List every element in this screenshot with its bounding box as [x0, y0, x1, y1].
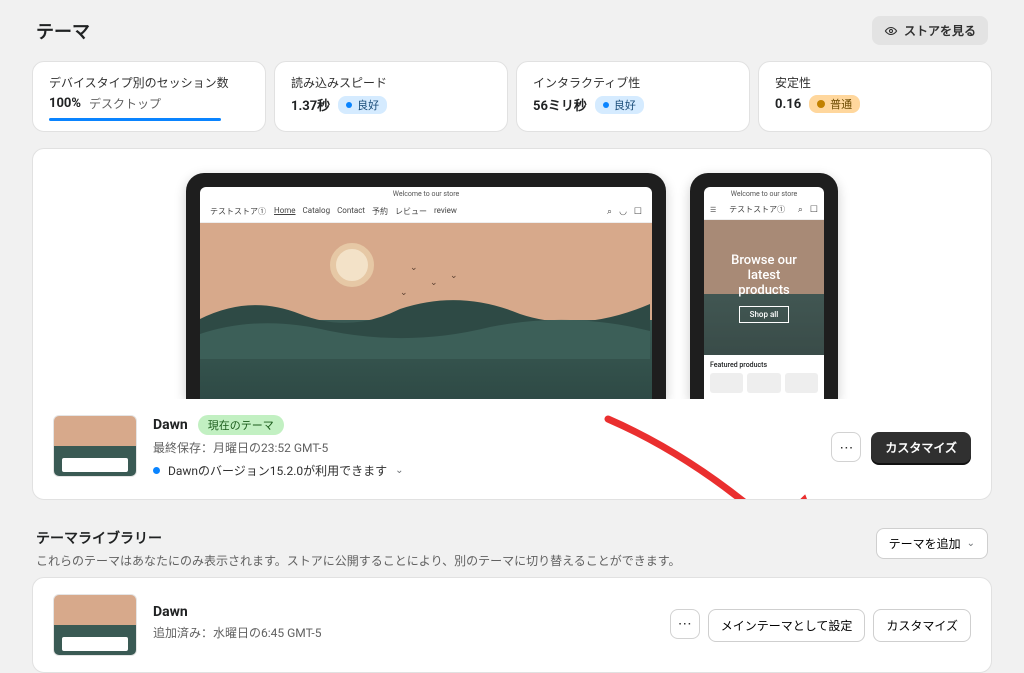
mock-link: 予約 — [372, 206, 388, 217]
metric-label: 安定性 — [775, 74, 975, 91]
user-icon: ◡ — [619, 207, 627, 217]
featured-grid — [710, 373, 818, 393]
mock-brand: テストストア① — [210, 206, 266, 217]
add-theme-label: テーマを追加 — [889, 535, 961, 552]
theme-name: Dawn — [153, 417, 188, 433]
mock-nav: テストストア① Home Catalog Contact 予約 レビュー rev… — [200, 201, 652, 223]
metric-sessions[interactable]: デバイスタイプ別のセッション数 100% デスクトップ — [32, 61, 266, 132]
update-dot-icon — [153, 467, 160, 474]
hero-cta: Shop all — [739, 306, 790, 323]
library-title: テーマライブラリー — [36, 528, 681, 548]
theme-name: Dawn — [153, 604, 654, 620]
library-description: これらのテーマはあなたにのみ表示されます。ストアに公開することにより、別のテーマ… — [36, 552, 681, 569]
mock-link: Home — [274, 206, 296, 217]
library-theme-panel: Dawn 追加済み：水曜日の6:45 GMT-5 ⋯ メインテーマとして設定 カ… — [32, 577, 992, 673]
theme-added: 追加済み：水曜日の6:45 GMT-5 — [153, 624, 654, 641]
theme-more-button[interactable]: ⋯ — [670, 609, 700, 639]
mock-announcement: Welcome to our store — [704, 187, 824, 201]
bag-icon: ☐ — [810, 205, 818, 215]
mock-hero: ⌄ ⌄ ⌄ ⌄ — [200, 223, 652, 399]
mock-link: Catalog — [303, 206, 331, 217]
menu-icon: ☰ — [710, 206, 716, 214]
search-icon: ⌕ — [798, 205, 803, 215]
metric-value: 1.37秒 — [291, 95, 330, 114]
mock-link: Contact — [337, 206, 365, 217]
chevron-down-icon: ⌄ — [395, 465, 403, 476]
update-text: Dawnのバージョン15.2.0が利用できます — [168, 462, 387, 479]
customize-button[interactable]: カスタマイズ — [871, 432, 971, 463]
bag-icon: ☐ — [634, 207, 642, 217]
theme-update-available[interactable]: Dawnのバージョン15.2.0が利用できます ⌄ — [153, 462, 815, 479]
metric-label: デバイスタイプ別のセッション数 — [49, 74, 249, 91]
metrics-row: デバイスタイプ別のセッション数 100% デスクトップ 読み込みスピード 1.3… — [32, 61, 992, 132]
current-theme-badge: 現在のテーマ — [198, 415, 284, 435]
metric-value: 0.16 — [775, 97, 801, 112]
mock-announcement: Welcome to our store — [200, 187, 652, 201]
hero-text-2: products — [714, 283, 814, 298]
metric-label: インタラクティブ性 — [533, 74, 733, 91]
hero-text-1: Browse our latest — [714, 253, 814, 283]
metric-sub: デスクトップ — [89, 95, 161, 112]
view-store-label: ストアを見る — [904, 22, 976, 39]
mock-nav-links: Home Catalog Contact 予約 レビュー review — [274, 206, 457, 217]
featured-title: Featured products — [710, 361, 818, 369]
theme-more-button[interactable]: ⋯ — [831, 432, 861, 462]
desktop-preview: Welcome to our store テストストア① Home Catalo… — [186, 173, 666, 399]
mock-link: review — [434, 206, 457, 217]
customize-button[interactable]: カスタマイズ — [873, 609, 971, 642]
theme-thumbnail — [53, 594, 137, 656]
dots-icon: ⋯ — [839, 439, 853, 456]
view-store-button[interactable]: ストアを見る — [872, 16, 988, 45]
set-main-theme-button[interactable]: メインテーマとして設定 — [708, 609, 866, 642]
status-badge-warn: 普通 — [809, 95, 860, 113]
metric-interactive[interactable]: インタラクティブ性 56ミリ秒 良好 — [516, 61, 750, 132]
search-icon: ⌕ — [607, 207, 612, 217]
page-title: テーマ — [36, 18, 90, 44]
status-badge-good: 良好 — [338, 96, 387, 114]
chevron-down-icon: ⌄ — [967, 538, 975, 549]
mobile-preview: Welcome to our store ☰ テストストア① ⌕ ☐ — [690, 173, 838, 399]
mock-brand: テストストア① — [729, 206, 785, 215]
metric-label: 読み込みスピード — [291, 74, 491, 91]
metric-speed[interactable]: 読み込みスピード 1.37秒 良好 — [274, 61, 508, 132]
add-theme-button[interactable]: テーマを追加 ⌄ — [876, 528, 988, 559]
status-badge-good: 良好 — [595, 96, 644, 114]
metric-stability[interactable]: 安定性 0.16 普通 — [758, 61, 992, 132]
dots-icon: ⋯ — [678, 615, 692, 632]
eye-icon — [884, 24, 898, 38]
metric-underline — [49, 118, 221, 121]
theme-last-saved: 最終保存：月曜日の23:52 GMT-5 — [153, 439, 815, 456]
theme-preview: Welcome to our store テストストア① Home Catalo… — [33, 149, 991, 399]
theme-thumbnail — [53, 415, 137, 477]
metric-value: 100% — [49, 96, 81, 111]
mock-link: レビュー — [395, 206, 427, 217]
metric-value: 56ミリ秒 — [533, 95, 587, 114]
current-theme-panel: Welcome to our store テストストア① Home Catalo… — [32, 148, 992, 500]
